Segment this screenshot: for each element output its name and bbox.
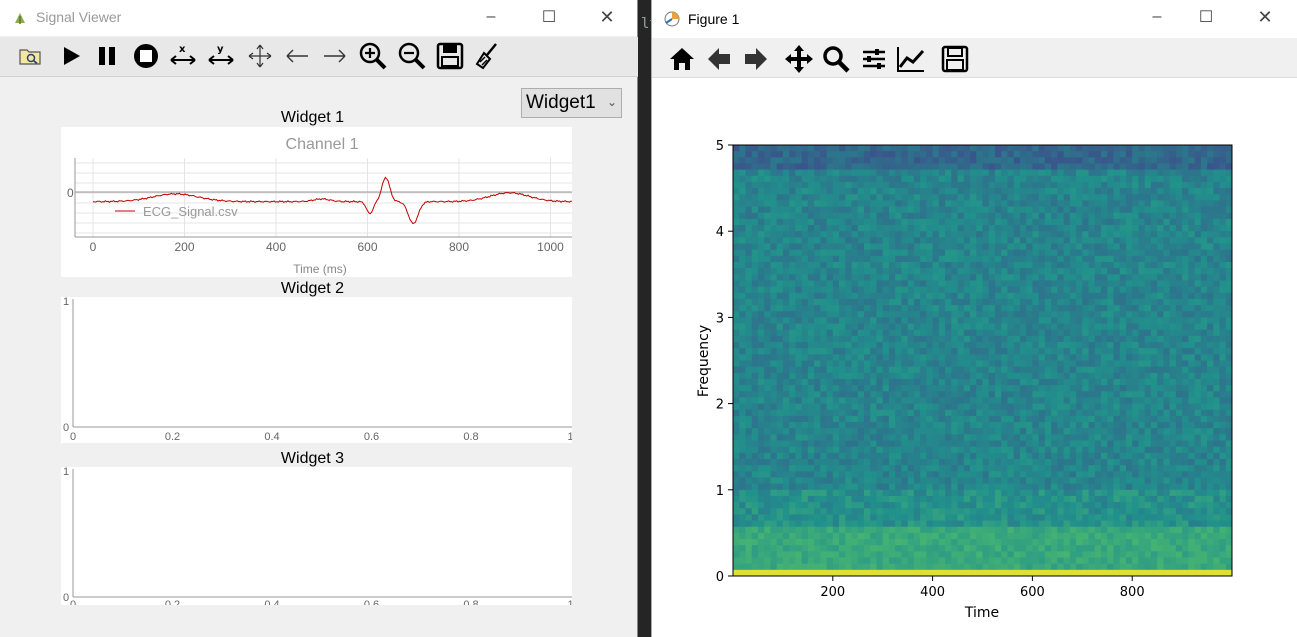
chevron-down-icon: ⌄ — [606, 95, 617, 109]
x-tick-label: 200 — [820, 585, 845, 600]
y-axis-label: Frequency — [696, 325, 712, 397]
forward-icon[interactable] — [740, 43, 772, 75]
x-tick-label: 0.4 — [264, 599, 279, 605]
x-tick-label: 0 — [70, 431, 76, 443]
zoom-in-icon[interactable] — [358, 41, 388, 71]
x-axis-label: Time (ms) — [293, 262, 347, 276]
x-tick-label: 0.6 — [364, 431, 379, 443]
x-tick-labels: 200 400 600 800 — [820, 576, 1145, 600]
pause-icon[interactable] — [92, 41, 122, 71]
back-arrow-icon[interactable] — [282, 41, 312, 71]
y-tick-label: 1 — [63, 297, 69, 308]
spectrogram-figure[interactable]: 200 400 600 800 0 1 2 3 4 5 Time Frequency — [652, 78, 1297, 637]
y-tick-labels: 0 1 2 3 4 5 — [716, 139, 733, 585]
back-icon[interactable] — [703, 43, 735, 75]
minimize-button[interactable]: – — [468, 0, 514, 34]
widget-3-label: Widget 3 — [280, 450, 345, 467]
y-tick-label: 0 — [63, 422, 69, 434]
x-tick-label: 0.6 — [364, 599, 379, 605]
spectrogram-heatmap — [733, 145, 1233, 577]
y-tick-label: 0 — [63, 592, 69, 604]
configure-subplots-icon[interactable] — [858, 43, 890, 75]
x-stretch-icon[interactable]: x — [168, 41, 198, 71]
y-tick-label: 5 — [716, 139, 724, 154]
close-button[interactable]: ✕ — [584, 0, 630, 34]
x-tick-label: 0.2 — [165, 431, 180, 443]
pan-icon[interactable] — [783, 43, 815, 75]
open-icon[interactable] — [16, 41, 46, 71]
zoom-icon[interactable] — [820, 43, 852, 75]
app-icon — [15, 13, 25, 24]
signal-viewer-window: Signal Viewer – ☐ ✕ x y Widget1 ⌄ Widget… — [0, 0, 638, 637]
legend-label: ECG_Signal.csv — [143, 204, 238, 219]
empty-plot-svg: 1 0 0 0.2 0.4 0.6 0.8 1 — [63, 467, 572, 605]
x-tick-label: 1 — [567, 599, 572, 605]
maximize-button[interactable]: ☐ — [526, 0, 572, 34]
y-tick-label: 1 — [63, 467, 69, 478]
figure-window: Figure 1 – ☐ ✕ 200 400 600 800 0 1 2 3 4 5 Time … — [651, 0, 1297, 637]
channel-plot-svg: Channel 1 0 0 200 400 600 800 1000 Time (ms) … — [67, 136, 572, 276]
widget-2-label: Widget 2 — [280, 280, 345, 297]
edit-axis-icon[interactable] — [895, 43, 927, 75]
svg-text:y: y — [217, 44, 224, 55]
y-tick-label: 1 — [716, 484, 724, 499]
figure-toolbar — [652, 38, 1297, 78]
widget-2-plot[interactable]: 1 0 0 0.2 0.4 0.6 0.8 1 — [61, 297, 572, 443]
minimize-button[interactable]: – — [1134, 0, 1180, 34]
title-bar[interactable]: Signal Viewer – ☐ ✕ — [0, 0, 637, 36]
x-tick-label: 0 — [90, 240, 97, 254]
window-title: Figure 1 — [688, 11, 740, 27]
y-tick-label: 4 — [716, 225, 724, 240]
x-tick-label: 0.2 — [165, 599, 180, 605]
widget-3-plot[interactable]: 1 0 0 0.2 0.4 0.6 0.8 1 — [61, 467, 572, 605]
pan-icon[interactable] — [245, 41, 275, 71]
x-axis-label: Time — [964, 605, 999, 621]
broom-icon[interactable] — [473, 41, 503, 71]
toolbar: x y — [0, 37, 638, 77]
save-icon[interactable] — [435, 41, 465, 71]
x-tick-label: 400 — [266, 240, 286, 254]
y-tick-label: 0 — [67, 186, 74, 200]
x-tick-label: 1 — [567, 431, 572, 443]
x-tick-label: 600 — [357, 240, 377, 254]
x-tick-label: 600 — [1020, 585, 1045, 600]
matplotlib-icon — [664, 11, 680, 27]
title-bar[interactable]: Figure 1 – ☐ ✕ — [652, 0, 1297, 37]
stop-icon[interactable] — [131, 41, 161, 71]
close-button[interactable]: ✕ — [1242, 0, 1288, 34]
x-tick-label: 0.8 — [463, 431, 478, 443]
x-tick-label: 800 — [449, 240, 469, 254]
widget-1-label: Widget 1 — [280, 109, 345, 126]
plot-title: Channel 1 — [286, 136, 359, 153]
x-tick-label: 400 — [920, 585, 945, 600]
y-tick-label: 2 — [716, 398, 724, 413]
widget-1-plot[interactable]: Channel 1 0 0 200 400 600 800 1000 Time (ms) … — [61, 127, 572, 277]
svg-text:x: x — [179, 44, 186, 55]
save-icon[interactable] — [939, 43, 971, 75]
play-icon[interactable] — [56, 41, 86, 71]
forward-arrow-icon[interactable] — [320, 41, 350, 71]
y-tick-label: 0 — [716, 570, 724, 585]
y-tick-label: 3 — [716, 311, 724, 326]
maximize-button[interactable]: ☐ — [1183, 0, 1229, 34]
x-tick-labels: 0 200 400 600 800 1000 — [90, 240, 565, 254]
x-tick-label: 0.8 — [463, 599, 478, 605]
x-tick-label: 800 — [1120, 585, 1145, 600]
empty-plot-svg: 1 0 0 0.2 0.4 0.6 0.8 1 — [63, 297, 572, 443]
zoom-out-icon[interactable] — [397, 41, 427, 71]
y-stretch-icon[interactable]: y — [206, 41, 236, 71]
x-tick-label: 0.4 — [264, 431, 279, 443]
x-tick-label: 1000 — [537, 240, 564, 254]
home-icon[interactable] — [666, 43, 698, 75]
x-tick-label: 200 — [174, 240, 194, 254]
x-tick-label: 0 — [70, 599, 76, 605]
window-title: Signal Viewer — [36, 9, 122, 25]
